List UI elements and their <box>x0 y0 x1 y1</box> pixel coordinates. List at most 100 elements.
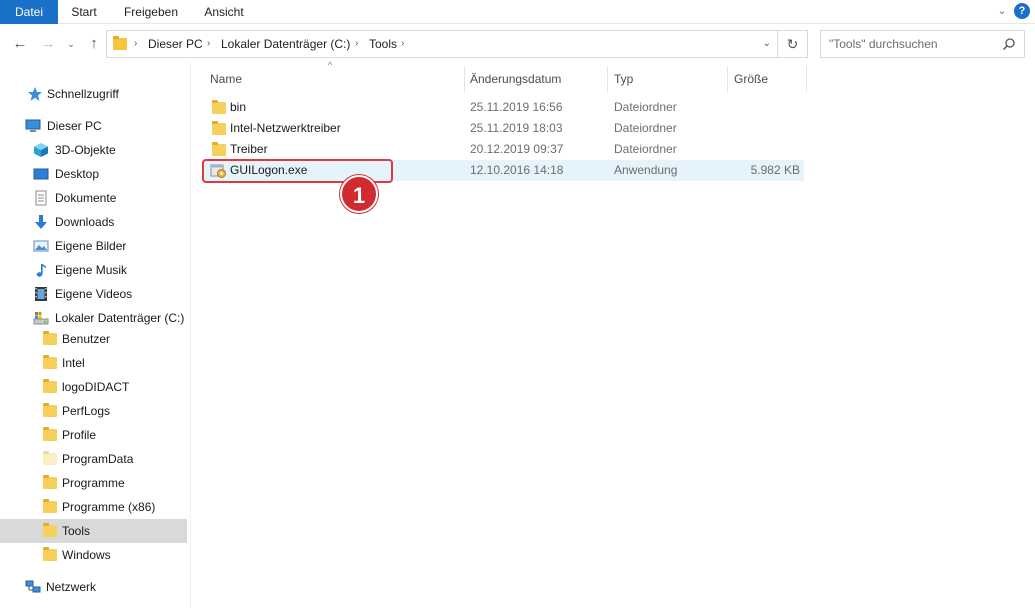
sidebar-label: Benutzer <box>62 332 111 346</box>
sidebar-item-documents[interactable]: Dokumente <box>0 186 190 210</box>
sidebar-label: Programme (x86) <box>62 500 156 514</box>
folder-icon <box>212 121 226 135</box>
sidebar-label: 3D-Objekte <box>55 143 116 157</box>
folder-icon <box>43 355 57 369</box>
sidebar-folder-profile[interactable]: Profile <box>0 423 187 447</box>
folder-icon <box>43 379 57 393</box>
sidebar-label: Intel <box>62 356 85 370</box>
sidebar-item-3d-objects[interactable]: 3D-Objekte <box>0 138 190 162</box>
sidebar-label: Netzwerk <box>46 580 97 594</box>
sidebar-folder-intel[interactable]: Intel <box>0 351 187 375</box>
desktop-icon <box>33 168 49 180</box>
folder-icon <box>212 142 226 156</box>
sidebar-item-pictures[interactable]: Eigene Bilder <box>0 234 190 258</box>
breadcrumb-separator-icon[interactable]: › <box>355 31 358 57</box>
film-icon <box>35 287 47 301</box>
breadcrumb-separator-icon[interactable]: › <box>401 31 404 57</box>
search-icon <box>1002 38 1015 51</box>
address-dropdown-icon[interactable]: ⌄ <box>763 31 771 57</box>
tab-file[interactable]: Datei <box>0 0 58 24</box>
column-divider[interactable] <box>464 66 465 92</box>
sidebar-label: Desktop <box>55 167 100 181</box>
sidebar-item-videos[interactable]: Eigene Videos <box>0 282 190 306</box>
sidebar-label: Windows <box>62 548 111 562</box>
breadcrumb-this-pc[interactable]: Dieser PC <box>148 31 203 57</box>
recent-locations-chevron-icon[interactable]: ⌄ <box>64 32 78 56</box>
file-row[interactable]: Intel-Netzwerktreiber 25.11.2019 18:03 D… <box>204 118 804 139</box>
sidebar-folder-benutzer[interactable]: Benutzer <box>0 327 187 351</box>
folder-icon <box>43 403 57 417</box>
file-type: Dateiordner <box>614 121 677 135</box>
sidebar-item-network[interactable]: Netzwerk <box>0 575 190 599</box>
folder-icon <box>212 100 226 114</box>
back-arrow-icon[interactable]: ← <box>10 32 30 56</box>
chevron-down-icon[interactable]: ⌄ <box>995 4 1009 18</box>
sidebar-folder-windows[interactable]: Windows <box>0 543 187 567</box>
file-date: 12.10.2016 14:18 <box>470 163 564 177</box>
file-name: bin <box>230 100 247 114</box>
folder-icon <box>43 427 57 441</box>
file-row[interactable]: bin 25.11.2019 16:56 Dateiordner <box>204 97 804 118</box>
address-bar[interactable]: › Dieser PC › Lokaler Datenträger (C:) ›… <box>106 30 778 58</box>
sidebar-folder-tools[interactable]: Tools <box>0 519 187 543</box>
file-date: 20.12.2019 09:37 <box>470 142 564 156</box>
breadcrumb-local-drive[interactable]: Lokaler Datenträger (C:) <box>221 31 350 57</box>
sidebar-folder-programme-x86[interactable]: Programme (x86) <box>0 495 187 519</box>
column-divider[interactable] <box>607 66 608 92</box>
step-number-badge: 1 <box>340 175 378 213</box>
folder-icon <box>43 499 57 513</box>
column-divider[interactable] <box>727 66 728 92</box>
file-name: Intel-Netzwerktreiber <box>230 121 341 135</box>
file-date: 25.11.2019 18:03 <box>470 121 563 135</box>
sidebar-label: logoDIDACT <box>62 380 130 394</box>
column-header-name[interactable]: Name <box>210 66 242 92</box>
search-placeholder: "Tools" durchsuchen <box>829 37 938 51</box>
sidebar-folder-programme[interactable]: Programme <box>0 471 187 495</box>
sidebar-item-desktop[interactable]: Desktop <box>0 162 190 186</box>
document-icon <box>35 190 47 206</box>
tab-share[interactable]: Freigeben <box>112 0 190 24</box>
sidebar-folder-programdata[interactable]: ProgramData <box>0 447 187 471</box>
tab-start[interactable]: Start <box>58 0 110 24</box>
sort-ascending-icon: ^ <box>328 60 333 70</box>
sidebar-item-downloads[interactable]: Downloads <box>0 210 190 234</box>
up-arrow-icon[interactable]: ↑ <box>84 32 104 56</box>
sidebar-label: Downloads <box>55 215 115 229</box>
sidebar-label: Profile <box>62 428 97 442</box>
column-divider[interactable] <box>806 66 807 92</box>
folder-icon <box>43 331 57 345</box>
search-input[interactable]: "Tools" durchsuchen <box>820 30 1025 58</box>
sidebar-folder-logodidact[interactable]: logoDIDACT <box>0 375 187 399</box>
breadcrumb-separator-icon[interactable]: › <box>134 31 137 57</box>
column-header-date[interactable]: Änderungsdatum <box>470 66 561 92</box>
tab-view[interactable]: Ansicht <box>192 0 256 24</box>
help-icon[interactable]: ? <box>1014 3 1030 19</box>
drive-icon <box>33 312 49 325</box>
breadcrumb-separator-icon[interactable]: › <box>207 31 210 57</box>
sidebar-label: Eigene Bilder <box>55 239 127 253</box>
refresh-button[interactable]: ↻ <box>778 30 808 58</box>
sidebar-label: Dieser PC <box>47 119 102 133</box>
sidebar-item-this-pc[interactable]: Dieser PC <box>0 114 190 138</box>
sidebar-item-quick-access[interactable]: Schnellzugriff <box>0 82 190 106</box>
file-type: Dateiordner <box>614 142 677 156</box>
hidden-folder-icon <box>43 451 57 465</box>
column-header-size[interactable]: Größe <box>734 66 768 92</box>
download-arrow-icon <box>35 215 47 229</box>
sidebar-label: Dokumente <box>55 191 117 205</box>
sidebar-label: Eigene Musik <box>55 263 128 277</box>
folder-icon <box>43 523 57 537</box>
file-type: Anwendung <box>614 163 678 177</box>
breadcrumb-tools[interactable]: Tools <box>369 31 397 57</box>
ribbon: Datei Start Freigeben Ansicht ⌄ ? <box>0 0 1035 24</box>
picture-icon <box>33 240 49 252</box>
sidebar-label: Tools <box>62 524 91 538</box>
pane-divider[interactable] <box>190 62 191 608</box>
computer-icon <box>25 119 41 132</box>
file-row[interactable]: Treiber 20.12.2019 09:37 Dateiordner <box>204 139 804 160</box>
sidebar-item-music[interactable]: Eigene Musik <box>0 258 190 282</box>
forward-arrow-icon[interactable]: → <box>38 32 58 56</box>
sidebar-folder-perflogs[interactable]: PerfLogs <box>0 399 187 423</box>
file-date: 25.11.2019 16:56 <box>470 100 563 114</box>
column-header-type[interactable]: Typ <box>614 66 633 92</box>
